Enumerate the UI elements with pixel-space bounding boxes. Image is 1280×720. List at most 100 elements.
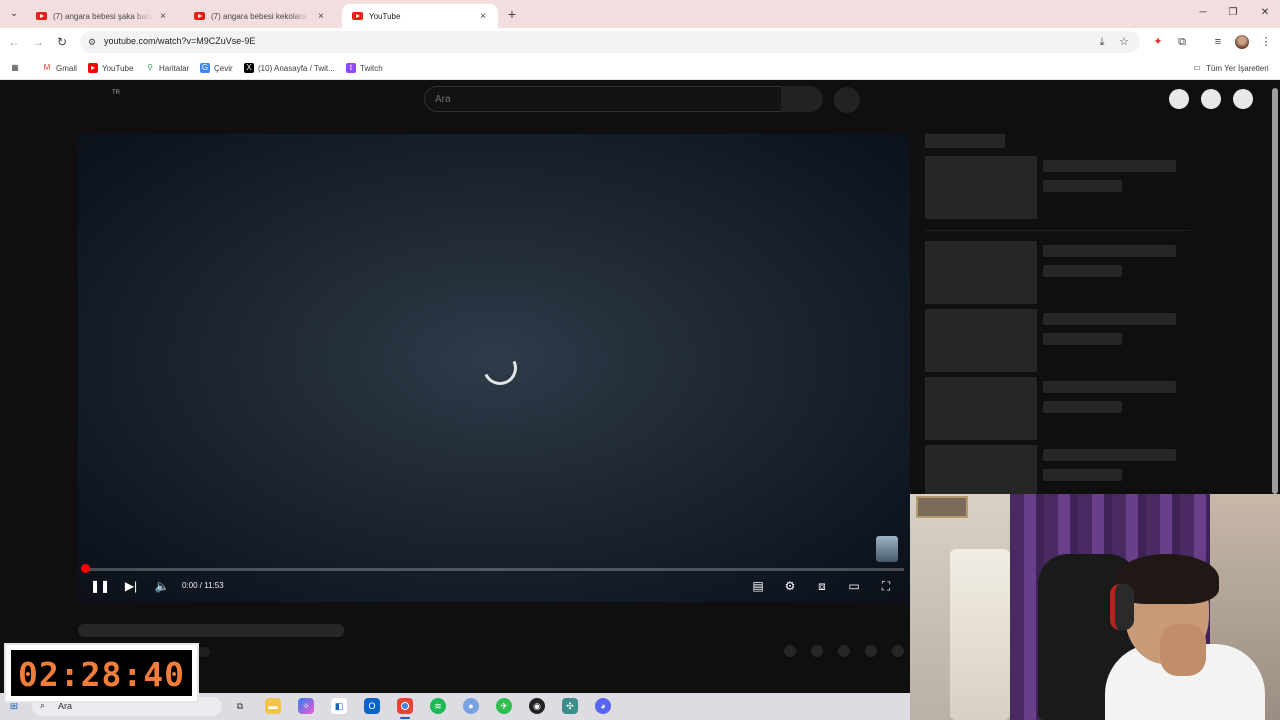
- page-scrollbar[interactable]: [1272, 88, 1278, 494]
- youtube-favicon-icon: [36, 12, 47, 20]
- site-settings-icon[interactable]: ⚙: [86, 36, 98, 48]
- bookmark-label: Haritalar: [159, 63, 190, 73]
- theater-mode-icon[interactable]: ▭: [844, 576, 864, 596]
- gmail-icon: M: [43, 63, 51, 72]
- miniplayer-icon[interactable]: ⧈: [812, 576, 832, 596]
- tab-title: (7) angara bebesi kekolara tikir: [211, 11, 310, 21]
- volume-icon[interactable]: 🔈: [152, 576, 172, 596]
- video-player[interactable]: ❚❚ ▶| 🔈 0:00 / 11:53 ▤ ⚙ ⧈ ▭ ⛶: [78, 134, 910, 602]
- pause-icon[interactable]: ❚❚: [90, 576, 110, 596]
- loading-spinner-icon: [478, 346, 522, 390]
- app-green-icon[interactable]: ✈: [496, 698, 512, 714]
- progress-bar[interactable]: [84, 568, 904, 571]
- twitch-icon: t: [346, 63, 356, 73]
- task-view-icon[interactable]: ⧉: [232, 698, 248, 714]
- skeleton-chip: [925, 134, 1005, 148]
- app-red-icon[interactable]: ◉: [529, 698, 545, 714]
- reload-icon[interactable]: ↻: [54, 34, 70, 50]
- timer-text: 02:28:40: [18, 655, 185, 694]
- bookmark-label: Twitch: [360, 63, 383, 73]
- bookmark-maps[interactable]: ⚲ Haritalar: [145, 61, 189, 75]
- translate-icon: G: [200, 63, 210, 73]
- app-blue-icon[interactable]: ●: [463, 698, 479, 714]
- store-icon[interactable]: ◧: [331, 698, 347, 714]
- outlook-icon[interactable]: O: [364, 698, 380, 714]
- voice-search-button[interactable]: [834, 87, 860, 113]
- current-time: 0:00: [182, 581, 198, 590]
- browser-tabstrip: ⌄ (7) angara bebesi şaka baba - Y × (7) …: [0, 0, 1280, 28]
- skeleton-video: [925, 241, 1205, 305]
- search-placeholder: Ara: [435, 94, 451, 105]
- back-icon[interactable]: ←: [6, 34, 22, 50]
- all-bookmarks-label: Tüm Yer İşaretleri: [1206, 63, 1269, 73]
- extensions-puzzle-icon[interactable]: ⧉: [1174, 34, 1190, 50]
- bookmark-twitch[interactable]: t Twitch: [346, 61, 383, 75]
- profile-avatar[interactable]: [1235, 35, 1249, 49]
- skeleton-action: [811, 645, 823, 657]
- apps-grid-icon[interactable]: ▦: [10, 61, 24, 75]
- youtube-favicon-icon: [194, 12, 205, 20]
- browser-tab-2[interactable]: (7) angara bebesi kekolara tikir ×: [184, 4, 336, 28]
- skeleton-video: [925, 156, 1205, 220]
- tab-close-icon[interactable]: ×: [478, 11, 488, 22]
- chrome-menu-icon[interactable]: ⋮: [1258, 34, 1274, 50]
- chrome-icon[interactable]: [397, 698, 413, 719]
- tab-search-chevron-icon[interactable]: ⌄: [6, 6, 22, 22]
- browser-tab-1[interactable]: (7) angara bebesi şaka baba - Y ×: [26, 4, 178, 28]
- bookmark-translate[interactable]: G Çevir: [200, 61, 233, 75]
- bookmark-label: Çevir: [214, 63, 233, 73]
- time-display: 0:00 / 11:53: [182, 581, 224, 590]
- webcam-overlay: [910, 494, 1280, 720]
- url-text[interactable]: youtube.com/watch?v=M9CZuVse-9E: [104, 36, 255, 46]
- region-code: TR: [112, 90, 120, 96]
- bookmark-gmail[interactable]: M Gmail: [42, 61, 77, 75]
- new-tab-button[interactable]: +: [504, 6, 520, 22]
- restore-icon[interactable]: ❐: [1218, 4, 1248, 22]
- extension-red-icon[interactable]: ✦: [1150, 34, 1166, 50]
- progress-scrubber[interactable]: [81, 564, 90, 573]
- tab-title: YouTube: [369, 11, 401, 21]
- all-bookmarks[interactable]: ▭ Tüm Yer İşaretleri: [1192, 61, 1269, 75]
- duration: 11:53: [204, 581, 224, 590]
- youtube-icon: ▸: [88, 63, 98, 73]
- window-close-icon[interactable]: ✕: [1250, 4, 1280, 22]
- skeleton-video: [925, 377, 1205, 441]
- skeleton-title: [78, 624, 344, 637]
- x-icon: X: [244, 63, 254, 73]
- screen: ⌄ (7) angara bebesi şaka baba - Y × (7) …: [0, 0, 1280, 720]
- browser-toolbar: ← → ↻ ⚙ youtube.com/watch?v=M9CZuVse-9E …: [0, 28, 1280, 56]
- bookmark-youtube[interactable]: ▸ YouTube: [88, 61, 133, 75]
- file-explorer-icon[interactable]: ▬: [265, 698, 281, 714]
- discord-icon[interactable]: ◕: [595, 698, 611, 714]
- headset: [1110, 584, 1134, 630]
- spotify-icon[interactable]: ≋: [430, 698, 446, 714]
- bookmark-x[interactable]: X (10) Anasayfa / Twit...: [244, 61, 335, 75]
- forward-icon[interactable]: →: [30, 34, 46, 50]
- search-input[interactable]: Ara: [424, 86, 782, 112]
- bookmark-label: YouTube: [102, 63, 134, 73]
- app-gear-icon[interactable]: ✣: [562, 698, 578, 714]
- wall-painting: [916, 496, 968, 518]
- channel-watermark[interactable]: [876, 536, 898, 562]
- recommendations-sidebar: [925, 80, 1270, 508]
- tab-close-icon[interactable]: ×: [316, 11, 326, 22]
- install-app-icon[interactable]: ⤓: [1094, 34, 1110, 50]
- minimize-icon[interactable]: ─: [1188, 4, 1218, 22]
- address-bar[interactable]: ⚙ youtube.com/watch?v=M9CZuVse-9E: [80, 31, 1140, 53]
- next-icon[interactable]: ▶|: [121, 576, 141, 596]
- fullscreen-icon[interactable]: ⛶: [876, 576, 896, 596]
- skeleton-action: [892, 645, 904, 657]
- bookmark-star-icon[interactable]: ☆: [1116, 34, 1132, 50]
- copilot-icon[interactable]: ✧: [298, 698, 314, 714]
- subtitles-icon[interactable]: ▤: [748, 576, 768, 596]
- skeleton-action: [784, 645, 796, 657]
- media-controls-icon[interactable]: ≡: [1210, 34, 1226, 50]
- settings-gear-icon[interactable]: ⚙: [780, 576, 800, 596]
- search-button[interactable]: [781, 86, 823, 112]
- skeleton-action: [865, 645, 877, 657]
- browser-tab-active[interactable]: YouTube ×: [342, 4, 498, 28]
- skeleton-video: [925, 309, 1205, 373]
- bookmark-label: Gmail: [56, 63, 77, 73]
- tab-close-icon[interactable]: ×: [158, 11, 168, 22]
- divider: [925, 230, 1190, 231]
